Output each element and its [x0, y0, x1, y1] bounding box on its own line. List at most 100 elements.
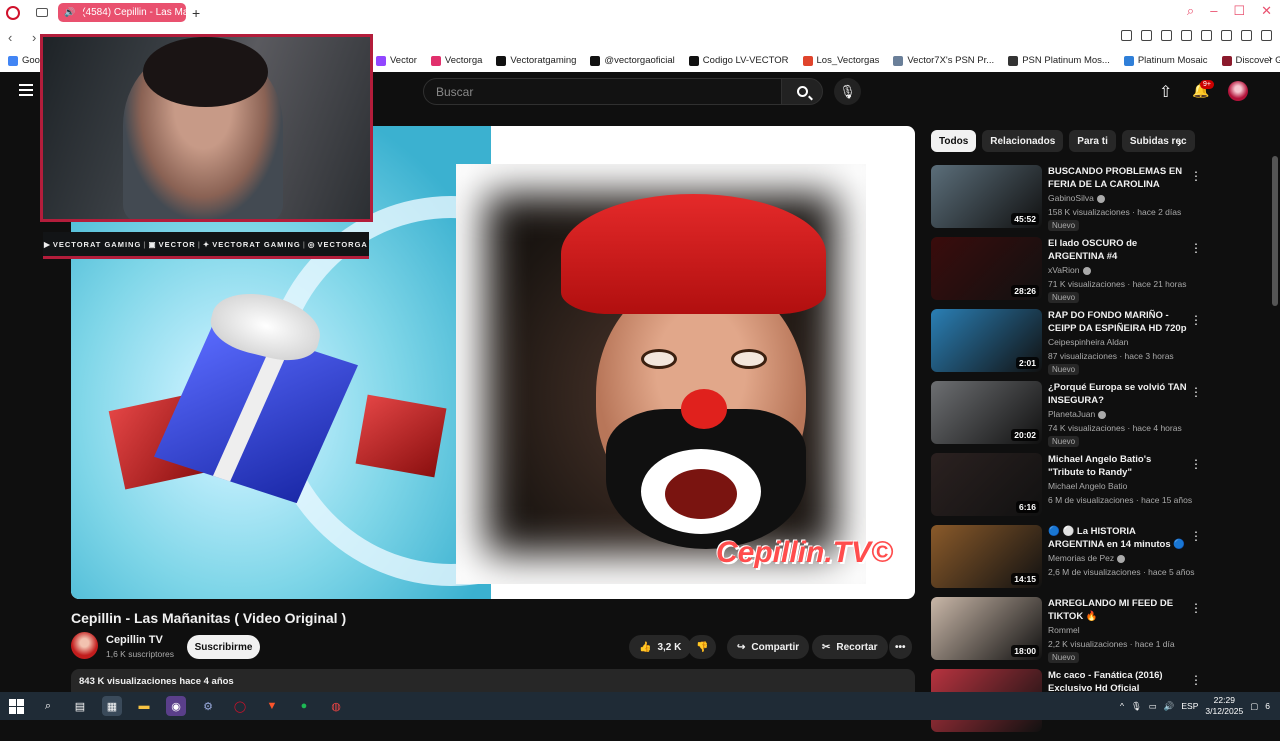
recommendation-channel[interactable]: xVaRion — [1048, 265, 1091, 275]
channel-name[interactable]: Cepillin TV — [106, 634, 163, 646]
chip-1[interactable]: Relacionados — [982, 130, 1064, 152]
bookmark-item[interactable]: Vector7X's PSN Pr... — [893, 55, 994, 66]
like-button[interactable]: 👍 3,2 K — [629, 635, 692, 659]
back-icon[interactable]: ‹ — [8, 30, 24, 45]
opera-gx-icon[interactable]: ◉ — [166, 696, 186, 716]
bookmark-item[interactable]: Goo — [8, 55, 40, 66]
task-view-icon[interactable]: ▤ — [70, 696, 90, 716]
channel-avatar[interactable] — [71, 632, 98, 659]
chevron-right-icon[interactable]: › — [1177, 134, 1182, 150]
recommendation-thumbnail[interactable]: 20:02 — [931, 381, 1042, 444]
microphone-icon[interactable]: 🎙 — [834, 78, 861, 105]
hamburger-menu-icon[interactable] — [19, 84, 33, 99]
recommendation-item[interactable]: 6:16 Michael Angelo Batio's "Tribute to R… — [931, 453, 1202, 525]
account-avatar[interactable] — [1228, 81, 1248, 101]
more-options-icon[interactable]: ⋮ — [1190, 241, 1202, 255]
bookmarks-more-icon[interactable]: › — [1268, 53, 1272, 65]
recommendation-channel[interactable]: GabinoSilva — [1048, 193, 1105, 203]
menu-icon[interactable] — [1261, 30, 1272, 41]
snapshot-icon[interactable] — [1121, 30, 1132, 41]
recommendation-item[interactable]: 28:26 El lado OSCURO de ARGENTINA #4 xVaRi… — [931, 237, 1202, 309]
new-tab-button[interactable]: + — [192, 5, 200, 21]
bookmark-item[interactable]: Platinum Mosaic — [1123, 55, 1208, 66]
bookmark-item[interactable]: PSN Platinum Mos... — [1008, 55, 1110, 66]
app-icon[interactable]: ▦ — [102, 696, 122, 716]
obs-icon[interactable]: ◍ — [326, 696, 346, 716]
bookmark-item[interactable]: Vectorga — [430, 55, 482, 66]
more-options-icon[interactable]: ⋮ — [1190, 457, 1202, 471]
recommendation-title[interactable]: RAP DO FONDO MARIÑO - CEIPP DA ESPIÑEIRA… — [1048, 309, 1188, 335]
recommendation-channel[interactable]: Rommel — [1048, 625, 1080, 635]
recommendation-title[interactable]: ¿Porqué Europa se volvió TAN INSEGURA? — [1048, 381, 1188, 407]
heart-icon[interactable] — [1201, 30, 1212, 41]
share-button[interactable]: ↪ Compartir — [727, 635, 810, 659]
chip-0[interactable]: Todos — [931, 130, 977, 152]
chip-3[interactable]: Subidas rec — [1121, 130, 1195, 152]
recommendation-thumbnail[interactable]: 28:26 — [931, 237, 1042, 300]
chip-2[interactable]: Para ti — [1069, 130, 1116, 152]
opera-logo-icon[interactable] — [6, 5, 20, 20]
language-indicator[interactable]: ESP — [1181, 701, 1198, 711]
recommendation-item[interactable]: 18:00 ARREGLANDO MI FEED DE TIKTOK 🔥 Romme… — [931, 597, 1202, 669]
more-options-icon[interactable]: ⋮ — [1190, 529, 1202, 543]
more-options-icon[interactable]: ⋮ — [1190, 673, 1202, 687]
search-input[interactable]: Buscar — [423, 78, 782, 105]
bookmark-item[interactable]: Vectoratgaming — [496, 55, 576, 66]
recommendation-thumbnail[interactable]: 2:01 — [931, 309, 1042, 372]
more-options-icon[interactable]: ⋮ — [1190, 601, 1202, 615]
search-tabs-icon[interactable]: ⌕ — [1187, 3, 1194, 19]
start-button[interactable] — [6, 696, 26, 716]
recommendation-channel[interactable]: Michael Angelo Batio — [1048, 481, 1127, 491]
bookmark-item[interactable]: @vectorgaoficial — [590, 55, 675, 66]
opera-icon[interactable]: ◯ — [230, 696, 250, 716]
recommendation-title[interactable]: 🔵 ⚪ La HISTORIA ARGENTINA en 14 minutos … — [1048, 525, 1188, 551]
more-actions-button[interactable]: ••• — [889, 635, 912, 659]
recommendation-thumbnail[interactable]: 14:15 — [931, 525, 1042, 588]
shield-icon[interactable] — [1161, 30, 1172, 41]
more-options-icon[interactable]: ⋮ — [1190, 385, 1202, 399]
search-icon[interactable]: ⌕ — [38, 696, 58, 716]
spotify-icon[interactable]: ● — [294, 696, 314, 716]
recommendation-thumbnail[interactable]: 6:16 — [931, 453, 1042, 516]
extension-icon[interactable] — [1221, 30, 1232, 41]
recommendation-item[interactable]: 45:52 BUSCANDO PROBLEMAS EN FERIA DE LA C… — [931, 165, 1202, 237]
search-button[interactable] — [781, 78, 823, 105]
more-options-icon[interactable]: ⋮ — [1190, 313, 1202, 327]
recommendation-thumbnail[interactable]: 18:00 — [931, 597, 1042, 660]
subscribe-button[interactable]: Suscribirme — [187, 635, 260, 659]
play-icon[interactable] — [1181, 30, 1192, 41]
bookmark-item[interactable]: Vector — [375, 55, 417, 66]
dislike-button[interactable]: 👎 — [688, 635, 717, 659]
clock[interactable]: 22:29 3/12/2025 — [1205, 695, 1243, 717]
pin-icon[interactable] — [1141, 30, 1152, 41]
network-icon[interactable]: ▭ — [1149, 701, 1157, 712]
recommendation-title[interactable]: BUSCANDO PROBLEMAS EN FERIA DE LA CAROLI… — [1048, 165, 1188, 191]
recommendation-title[interactable]: Michael Angelo Batio's "Tribute to Randy… — [1048, 453, 1188, 479]
create-icon[interactable]: ⇧ — [1159, 82, 1172, 102]
maximize-icon[interactable]: ☐ — [1233, 3, 1245, 19]
recommendation-item[interactable]: 2:01 RAP DO FONDO MARIÑO - CEIPP DA ESPIÑ… — [931, 309, 1202, 381]
recommendation-title[interactable]: ARREGLANDO MI FEED DE TIKTOK 🔥 — [1048, 597, 1188, 623]
close-icon[interactable]: ✕ — [1261, 3, 1272, 19]
tab-youtube[interactable]: 🔊 (4584) Cepillin - Las Ma — [58, 3, 186, 22]
file-explorer-icon[interactable]: ▬ — [134, 696, 154, 716]
notification-center-icon[interactable]: ▢ — [1250, 701, 1258, 712]
page-scrollbar[interactable] — [1272, 156, 1278, 306]
clip-button[interactable]: ✂ Recortar — [812, 635, 888, 659]
tab-island-icon[interactable] — [36, 8, 48, 17]
recommendation-channel[interactable]: Memorias de Pez — [1048, 553, 1126, 563]
more-options-icon[interactable]: ⋮ — [1190, 169, 1202, 183]
recommendation-item[interactable]: 14:15 🔵 ⚪ La HISTORIA ARGENTINA en 14 min… — [931, 525, 1202, 597]
mic-tray-icon[interactable]: 🎙 — [1131, 701, 1142, 712]
recommendation-title[interactable]: El lado OSCURO de ARGENTINA #4 — [1048, 237, 1188, 263]
volume-icon[interactable]: 🔊 — [1164, 701, 1175, 712]
minimize-icon[interactable]: – — [1210, 3, 1217, 19]
recommendation-channel[interactable]: Ceipespinheira Aldan — [1048, 337, 1128, 347]
recommendation-item[interactable]: 20:02 ¿Porqué Europa se volvió TAN INSEGU… — [931, 381, 1202, 453]
brave-icon[interactable]: ▼ — [262, 696, 282, 716]
recommendation-channel[interactable]: PlanetaJuan — [1048, 409, 1107, 419]
download-icon[interactable] — [1241, 30, 1252, 41]
bookmark-item[interactable]: Codigo LV-VECTOR — [688, 55, 789, 66]
speaker-icon[interactable]: 🔊 — [64, 7, 75, 18]
steam-icon[interactable]: ⚙ — [198, 696, 218, 716]
